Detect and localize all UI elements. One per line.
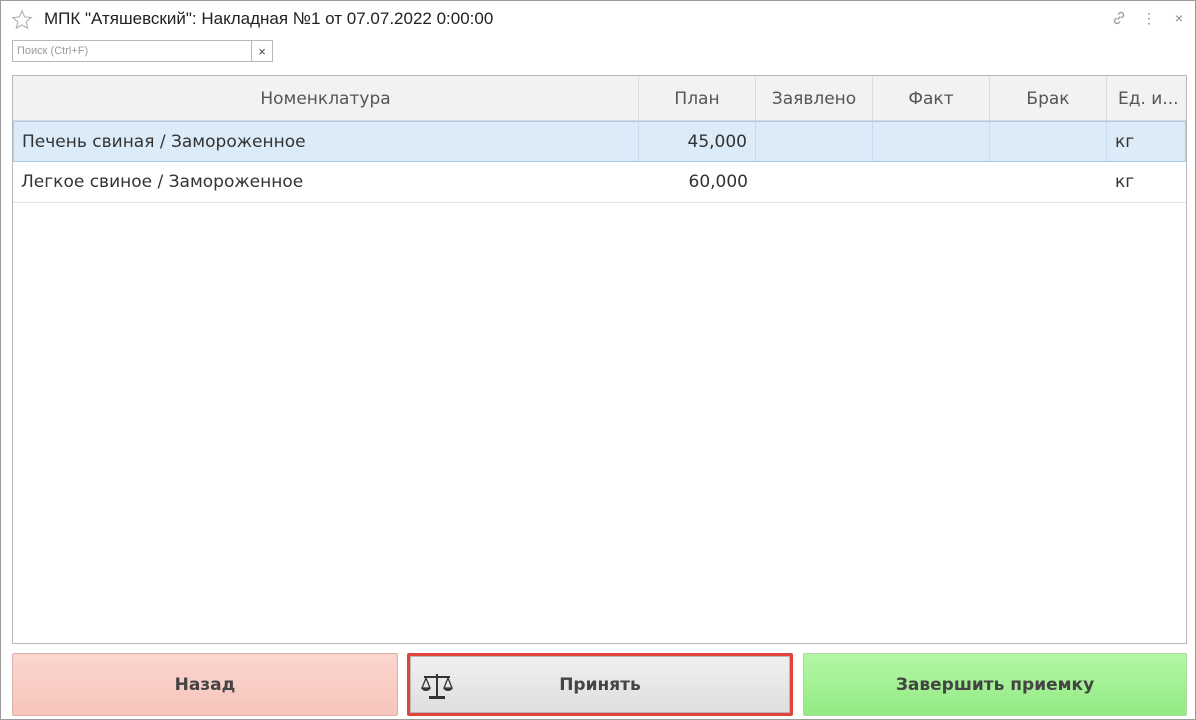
- cell-declared: [756, 122, 873, 161]
- cell-nomenclature: Печень свиная / Замороженное: [14, 122, 639, 161]
- search-input[interactable]: [12, 40, 252, 62]
- title-bar: МПК "Атяшевский": Накладная №1 от 07.07.…: [1, 1, 1195, 37]
- search-clear-button[interactable]: ×: [251, 40, 273, 62]
- finish-receiving-button[interactable]: Завершить приемку: [803, 653, 1187, 716]
- more-icon[interactable]: ⋮: [1140, 9, 1158, 27]
- back-button-label: Назад: [174, 674, 236, 695]
- cell-nomenclature: Легкое свиное / Замороженное: [21, 172, 304, 192]
- goods-table: Номенклатура План Заявлено Факт Брак Ед.…: [12, 75, 1187, 644]
- invoice-window: МПК "Атяшевский": Накладная №1 от 07.07.…: [0, 0, 1196, 720]
- accept-button-label: Принять: [559, 674, 641, 695]
- column-header-declared[interactable]: Заявлено: [756, 76, 873, 121]
- link-icon[interactable]: [1110, 9, 1128, 27]
- accept-button[interactable]: Принять: [407, 653, 793, 716]
- column-header-fact[interactable]: Факт: [873, 76, 990, 121]
- cell-plan: 45,000: [639, 122, 756, 161]
- cell-defect: [990, 122, 1107, 161]
- table-row[interactable]: Легкое свиное / Замороженное 60,000 кг: [13, 162, 1186, 203]
- back-button[interactable]: Назад: [12, 653, 398, 716]
- scale-icon: [421, 674, 453, 699]
- column-header-defect[interactable]: Брак: [990, 76, 1107, 121]
- star-icon[interactable]: [11, 9, 33, 31]
- cell-declared: [756, 162, 873, 202]
- column-header-unit[interactable]: Ед. и...: [1107, 76, 1186, 121]
- finish-button-label: Завершить приемку: [895, 674, 1095, 695]
- cell-plan: 60,000: [688, 172, 748, 192]
- column-header-plan[interactable]: План: [639, 76, 756, 121]
- cell-unit: кг: [1115, 172, 1135, 192]
- search-box: ×: [12, 40, 273, 62]
- window-title: МПК "Атяшевский": Накладная №1 от 07.07.…: [44, 9, 494, 28]
- column-header-nomenclature[interactable]: Номенклатура: [13, 76, 639, 121]
- cell-unit: кг: [1115, 131, 1135, 152]
- table-header: Номенклатура План Заявлено Факт Брак Ед.…: [13, 76, 1186, 121]
- cell-fact: [873, 162, 990, 202]
- cell-defect: [990, 162, 1107, 202]
- cell-fact: [873, 122, 990, 161]
- close-icon[interactable]: ×: [1170, 9, 1188, 27]
- table-row[interactable]: Печень свиная / Замороженное 45,000 кг: [13, 121, 1186, 162]
